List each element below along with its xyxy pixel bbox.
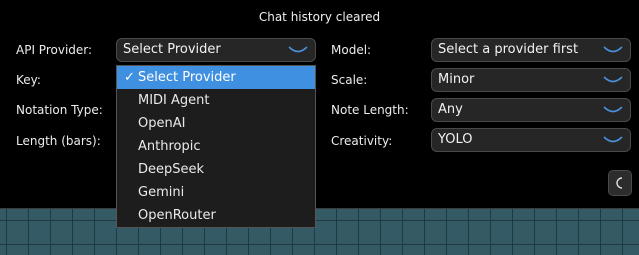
creativity-select[interactable]: YOLO [431, 128, 631, 152]
scale-value: Minor [438, 72, 475, 87]
note-length-value: Any [438, 102, 463, 117]
status-message: Chat history cleared [258, 10, 381, 24]
provider-option-deepseek[interactable]: DeepSeek [117, 158, 315, 181]
chevron-down-icon [602, 41, 624, 59]
model-value: Select a provider first [438, 42, 579, 57]
chevron-down-icon [602, 131, 624, 149]
provider-option-openrouter[interactable]: OpenRouter [117, 204, 315, 227]
provider-option-openai[interactable]: OpenAI [117, 112, 315, 135]
api-provider-dropdown: ✓ Select Provider MIDI Agent OpenAI Anthr… [116, 65, 316, 228]
provider-option-select-provider[interactable]: ✓ Select Provider [117, 66, 315, 89]
notation-type-label: Notation Type: [16, 103, 103, 117]
moon-icon [616, 177, 623, 189]
key-label: Key: [16, 73, 41, 87]
piano-roll-grid [0, 208, 639, 255]
provider-option-midi-agent[interactable]: MIDI Agent [117, 89, 315, 112]
creativity-value: YOLO [438, 132, 473, 147]
check-icon: ✓ [124, 70, 135, 85]
model-label: Model: [331, 43, 372, 57]
api-provider-value: Select Provider [123, 42, 221, 57]
note-length-select[interactable]: Any [431, 98, 631, 122]
length-bars-label: Length (bars): [16, 134, 101, 148]
scale-label: Scale: [331, 73, 368, 87]
note-length-label: Note Length: [331, 103, 409, 117]
scale-select[interactable]: Minor [431, 68, 631, 92]
creativity-label: Creativity: [331, 134, 393, 148]
provider-option-anthropic[interactable]: Anthropic [117, 135, 315, 158]
theme-toggle-button[interactable] [608, 170, 632, 196]
model-select[interactable]: Select a provider first [431, 38, 631, 62]
chevron-down-icon [602, 101, 624, 119]
provider-option-gemini[interactable]: Gemini [117, 181, 315, 204]
chevron-down-icon [602, 71, 624, 89]
api-provider-label: API Provider: [16, 43, 93, 57]
api-provider-select[interactable]: Select Provider [116, 38, 316, 62]
chevron-down-icon [287, 41, 309, 59]
settings-panel: Chat history cleared API Provider: Key: … [0, 0, 639, 209]
